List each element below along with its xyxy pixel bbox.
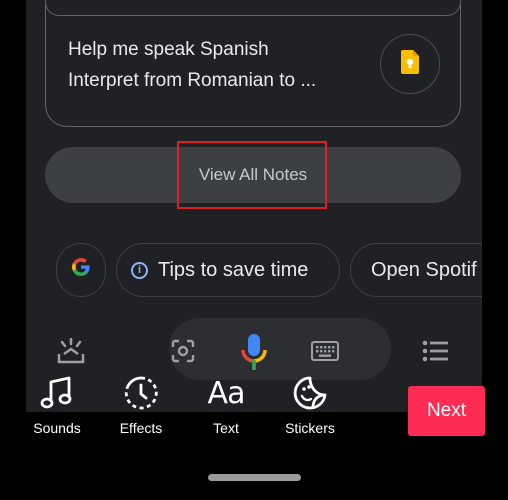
lens-icon[interactable]	[171, 339, 195, 368]
snapshot-icon[interactable]	[56, 337, 86, 371]
suggestion-chips: i Tips to save time Open Spotif	[56, 243, 482, 297]
view-all-notes-button[interactable]: View All Notes	[45, 147, 461, 203]
keep-icon	[401, 49, 419, 79]
sounds-tool[interactable]: Sounds	[28, 372, 86, 436]
note-title: Help me speak Spanish	[68, 39, 269, 60]
list-icon[interactable]	[422, 340, 448, 367]
effects-icon	[122, 372, 160, 414]
keyboard-icon[interactable]	[311, 341, 339, 366]
text-label: Text	[213, 420, 239, 436]
notes-card[interactable]: Help me speak Spanish Interpret from Rom…	[45, 5, 461, 127]
stickers-label: Stickers	[285, 420, 335, 436]
assistant-input-bar	[169, 318, 391, 380]
sounds-label: Sounds	[33, 420, 81, 436]
view-all-notes-label: View All Notes	[198, 165, 308, 184]
text-tool[interactable]: Aa Text	[200, 372, 252, 437]
sticker-icon	[292, 372, 328, 414]
stickers-tool[interactable]: Stickers	[280, 372, 340, 436]
open-spotify-label: Open Spotif	[371, 258, 477, 281]
keep-notes-button[interactable]	[380, 34, 440, 94]
open-spotify-chip[interactable]: Open Spotif	[350, 243, 482, 297]
google-chip[interactable]	[56, 243, 106, 297]
next-button[interactable]: Next	[408, 386, 485, 436]
text-icon: Aa	[207, 375, 246, 411]
effects-tool[interactable]: Effects	[113, 372, 169, 436]
google-icon	[71, 257, 91, 283]
tips-chip[interactable]: i Tips to save time	[116, 243, 340, 297]
home-indicator[interactable]	[208, 474, 301, 481]
note-subtitle: Interpret from Romanian to ...	[68, 70, 317, 91]
editing-toolbar: Sounds Effects Aa Text Stickers	[0, 372, 400, 442]
assistant-screen: Help me speak Spanish Interpret from Rom…	[26, 0, 482, 412]
music-note-icon	[40, 372, 74, 414]
tips-chip-label: Tips to save time	[158, 258, 309, 281]
info-icon: i	[131, 261, 148, 279]
mic-icon[interactable]	[239, 333, 269, 376]
effects-label: Effects	[119, 420, 163, 436]
